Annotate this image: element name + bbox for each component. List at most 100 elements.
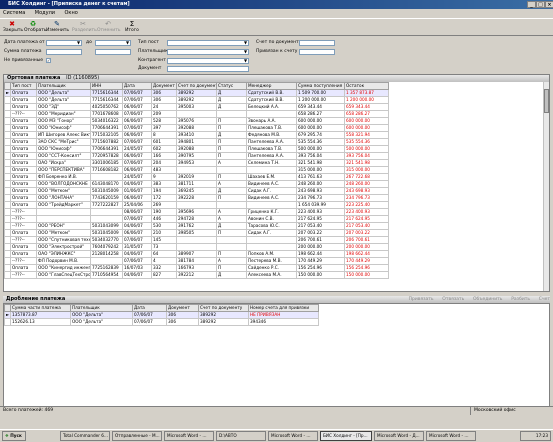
table-row[interactable]: 152626.13 ООО "Дельта" 07/06/07 306 389292 39… bbox=[4, 318, 424, 326]
column-header[interactable]: Плательщик bbox=[36, 82, 91, 90]
table-row[interactable]: Оплата ООО "ПЕРСПЕКТИВА" 7716608182 06/06/0… bbox=[4, 166, 545, 174]
column-header[interactable]: Счет по документу bbox=[176, 82, 217, 90]
taskbar-item-word-4[interactable]: Microsoft Word - … bbox=[426, 431, 476, 441]
unassigned-checkbox[interactable]: ✓ bbox=[46, 58, 51, 63]
taskbar-item-word-3[interactable]: Microsoft Word - Д... bbox=[374, 431, 424, 441]
date-from-input[interactable]: ▼ bbox=[46, 40, 82, 46]
merge-button[interactable]: Объединить bbox=[473, 297, 502, 302]
column-header[interactable]: Номер счета для привязки bbox=[248, 304, 319, 312]
table-cell: 1 654 039.99 bbox=[296, 201, 345, 209]
document-input[interactable] bbox=[167, 66, 249, 72]
split-part-button[interactable]: Разбить bbox=[511, 297, 530, 302]
table-cell: 07/06/07 bbox=[122, 96, 152, 104]
table-row[interactable]: --???--ООО "Спутниковая техника"50340327… bbox=[4, 236, 545, 244]
table-cell: 7716608182 bbox=[90, 166, 123, 174]
column-header[interactable]: Сумма части платежа bbox=[10, 304, 71, 312]
table-row[interactable]: Оплата ООО "ССТ-Консилт" 7720957828 06/06/0… bbox=[4, 152, 545, 160]
table-row[interactable]: Оплата ООО "Метком" 5031045009 01/06/07 194 3… bbox=[4, 187, 545, 195]
taskbar-item-word-2[interactable]: Microsoft Word - … bbox=[268, 431, 318, 441]
column-header[interactable]: Плательщик bbox=[70, 304, 133, 312]
table-cell: 64 bbox=[151, 250, 177, 258]
column-header[interactable]: Тип пост bbox=[10, 82, 37, 90]
column-header[interactable]: Статус bbox=[216, 82, 247, 90]
table-cell: 381711 bbox=[176, 180, 217, 188]
table-row[interactable]: Оплата ФЛ Бояренко И.В. 24/05/07 9 392019 П Ша… bbox=[4, 173, 545, 181]
taskbar-item-total-commander[interactable]: Total Commander 6... bbox=[60, 431, 110, 441]
table-row[interactable]: Оплата ООО "Дельта" 7715616344 07/06/07 306 3… bbox=[4, 96, 545, 104]
table-row[interactable]: --???-- ООО "ГлавСпецТехСтрой" 7710564954 0… bbox=[4, 271, 545, 279]
start-button[interactable]: ❖ Пуск bbox=[2, 431, 26, 441]
account-button[interactable]: Счет bbox=[539, 297, 550, 302]
bound-account-input[interactable] bbox=[299, 49, 335, 55]
table-row[interactable]: Оплата ООО "ВОЛГОДОНСКНЕ 6143048170 04/06/0… bbox=[4, 180, 545, 188]
table-row[interactable]: Оплата ООО "Юнисоф" 7706644391 24/05/07 602 3… bbox=[4, 145, 545, 153]
table-cell: Оплата bbox=[10, 201, 37, 209]
table-row[interactable]: --???-- ФЛ Подорвин М.В. 07/06/07 4 381784 А П… bbox=[4, 257, 545, 265]
table-row[interactable]: Оплата ООО "Юнисоф" 7706644391 07/06/07 397 3… bbox=[4, 124, 545, 132]
maximize-icon[interactable]: □ bbox=[536, 1, 545, 8]
column-header[interactable]: Документ bbox=[151, 82, 177, 90]
table-cell: 7715607882 bbox=[90, 138, 123, 146]
total-button[interactable]: Σ Итого bbox=[123, 20, 141, 36]
menu-window[interactable]: Окно bbox=[65, 10, 78, 16]
table-cell: ООО "Дельта" bbox=[36, 89, 91, 97]
table-row[interactable]: Оплата ООО "Электрострой" 7604079242 31/05/… bbox=[4, 243, 545, 251]
table-row[interactable]: Оплата ООО "Метком" 5031045009 06/06/07 210 3… bbox=[4, 229, 545, 237]
column-header[interactable]: Документ bbox=[166, 304, 199, 312]
close-icon[interactable]: × bbox=[545, 1, 553, 8]
table-row[interactable]: Оплата ООО "Кинергид инженг" 7725162839 16/… bbox=[4, 264, 545, 272]
doc-account-input[interactable] bbox=[299, 40, 335, 46]
counterparty-select[interactable]: ▼ bbox=[167, 58, 249, 64]
filter-button[interactable]: ♻ Отобрать bbox=[24, 20, 47, 36]
payer-select[interactable]: ▼ bbox=[167, 49, 249, 55]
table-row[interactable]: ► Оплата ООО "Дельта" 7715616344 07/06/07 306… bbox=[4, 89, 545, 97]
table-cell: Алексеева М.А. bbox=[246, 271, 297, 279]
taskbar-item-bis[interactable]: БИС Холдинг - [Пр... bbox=[320, 431, 372, 441]
cancel-split-button[interactable]: ↶ Отменить bbox=[97, 20, 120, 36]
table-cell: 7715032105 bbox=[90, 131, 123, 139]
table-row[interactable]: --???-- ООО "РЕОН" 5031043099 04/06/07 530 39… bbox=[4, 222, 545, 230]
table-cell: --???-- bbox=[10, 208, 37, 216]
table-row[interactable]: Оплата ООО МЗ "Гонор" 5034016322 06/06/07 52… bbox=[4, 117, 545, 125]
split-button[interactable]: ✂ Разделить bbox=[72, 20, 97, 36]
table-row[interactable]: Оплата ЗАО СКС "МеТрис" 7715607882 07/06/07… bbox=[4, 138, 545, 146]
table-cell: ООО "Меридиан" bbox=[36, 110, 91, 118]
taskbar-item-outlook[interactable]: Отправленные - M... bbox=[112, 431, 162, 441]
column-header[interactable]: Менеджер bbox=[246, 82, 297, 90]
table-row[interactable]: Оплата ООО "ЛОНТАНА" 7743620159 06/06/07 172… bbox=[4, 194, 545, 202]
taskbar-item-word-1[interactable]: Microsoft Word - … bbox=[164, 431, 214, 441]
type-select[interactable]: ▼ bbox=[167, 40, 249, 46]
taskbar-item-folder[interactable]: D:\ABTO bbox=[216, 431, 266, 441]
menu-modules[interactable]: Модули bbox=[35, 10, 55, 16]
menu-system[interactable]: Система bbox=[3, 10, 25, 16]
column-header[interactable]: Счет по документу bbox=[198, 304, 249, 312]
table-row[interactable]: --???-- ООО "Меридиан" 7701678608 07/06/07 2… bbox=[4, 110, 545, 118]
scrollbar-thumb[interactable] bbox=[544, 89, 549, 113]
table-row[interactable]: Оплата ООО "ЗД" 4025050762 06/06/07 24 395003… bbox=[4, 103, 545, 111]
table-row[interactable]: ОплатаИП Шигорев Алекс Виктор77150321050… bbox=[4, 131, 545, 139]
edit-button[interactable]: ✎ Изменить bbox=[46, 20, 69, 36]
date-to-input[interactable]: ▼ bbox=[95, 40, 131, 46]
minimize-icon[interactable]: _ bbox=[527, 1, 536, 8]
column-header[interactable]: Дата bbox=[122, 82, 152, 90]
unbind-button[interactable]: Отвязать bbox=[442, 297, 464, 302]
table-row[interactable]: --???-- 08/06/07 190 395696 А Гриценко К.Г. 22… bbox=[4, 208, 545, 216]
table-cell: Оплата bbox=[10, 187, 37, 195]
amount-to-input[interactable] bbox=[95, 49, 131, 55]
table-row[interactable]: Оплата ООО "ТрейдМаркет" 7727222827 25/04/0… bbox=[4, 201, 545, 209]
column-header[interactable]: Остаток bbox=[344, 82, 389, 90]
column-header[interactable]: ИНН bbox=[90, 82, 123, 90]
table-row[interactable]: --???-- 07/06/07 446 294728 А Авонин С.В. 217 … bbox=[4, 215, 545, 223]
table-row[interactable]: ► 1357873.87 ООО "Дельта" 07/06/07 306 389292… bbox=[4, 311, 424, 319]
table-cell bbox=[246, 236, 297, 244]
close-button[interactable]: ✖ Закрыть bbox=[3, 20, 23, 36]
column-header[interactable]: Сумма поступления bbox=[296, 82, 345, 90]
table-cell: 200 000.00 bbox=[296, 243, 345, 251]
amount-from-input[interactable] bbox=[46, 49, 82, 55]
vertical-scrollbar[interactable] bbox=[543, 82, 549, 291]
table-row[interactable]: Оплата ОАО "ЭЛИНЖКС" 2128014258 04/06/07 64 3… bbox=[4, 250, 545, 258]
table-cell: 166 bbox=[151, 152, 177, 160]
table-row[interactable]: Оплата ОАО "Искра" 3301006185 07/06/07 204 39… bbox=[4, 159, 545, 167]
bind-button[interactable]: Привязать bbox=[409, 297, 434, 302]
column-header[interactable]: Дата bbox=[132, 304, 167, 312]
